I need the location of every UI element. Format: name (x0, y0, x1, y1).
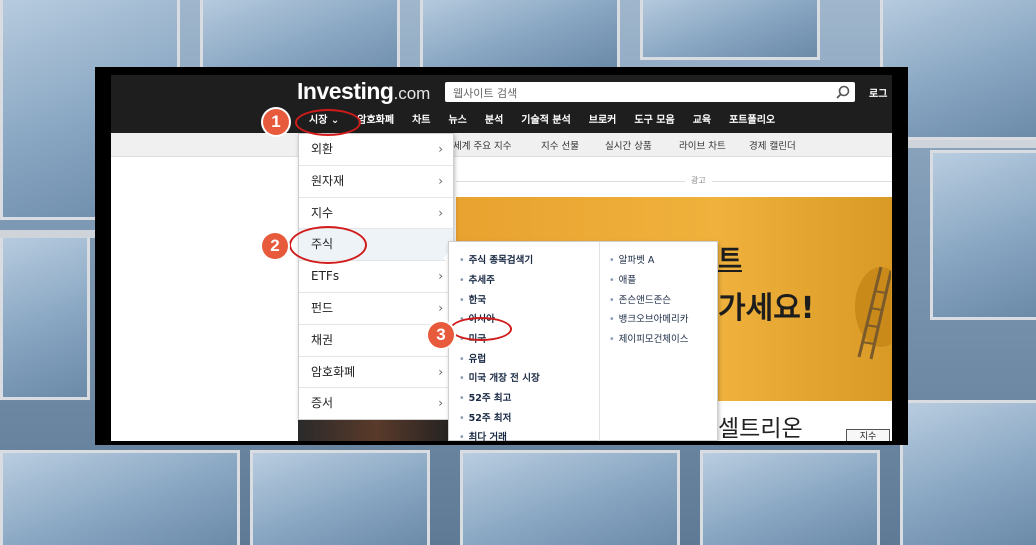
menu-item-certificates[interactable]: 증서 › (299, 388, 453, 420)
menu-item-indices[interactable]: 지수 › (299, 198, 453, 230)
submenu-europe[interactable]: • 유럽 (459, 351, 486, 365)
submenu-us-premarket[interactable]: • 미국 개장 전 시장 (459, 370, 540, 384)
submenu-most-active[interactable]: • 최다 거래 (459, 429, 507, 441)
highlight-ring-markets (295, 109, 361, 136)
index-tab[interactable]: 지수 (846, 429, 890, 441)
ladder-coin-icon (855, 266, 891, 360)
submenu-apple[interactable]: • 애플 (609, 272, 636, 286)
search-input[interactable]: 웹사이트 검색 (445, 82, 855, 102)
submenu-trending-stocks[interactable]: • 추세주 (459, 272, 495, 286)
highlight-ring-usa (450, 317, 512, 341)
submenu-divider (599, 242, 600, 441)
logo-suffix: .com (393, 84, 431, 103)
menu-item-etfs[interactable]: ETFs › (299, 261, 453, 293)
nav-news[interactable]: 뉴스 (439, 110, 475, 132)
chevron-right-icon: › (438, 142, 443, 156)
site-logo[interactable]: Investing.com (297, 78, 430, 105)
submenu-bofa[interactable]: • 뱅크오브아메리카 (609, 311, 689, 325)
ad-divider (456, 181, 892, 182)
highlight-ring-stocks (289, 226, 367, 264)
banner-text-2: 가세요! (718, 291, 815, 326)
search-icon[interactable] (835, 84, 851, 100)
menu-item-label: ETFs (311, 269, 340, 284)
submenu-korea[interactable]: • 한국 (459, 292, 486, 306)
submenu-52w-low[interactable]: • 52주 최저 (459, 410, 511, 424)
menu-item-label: 펀드 (311, 300, 334, 315)
subnav-world-indices[interactable]: 세계 주요 지수 (453, 138, 511, 152)
menu-item-commodities[interactable]: 원자재 › (299, 166, 453, 198)
menu-item-label: 원자재 (311, 173, 345, 188)
menu-item-label: 암호화폐 (311, 364, 356, 379)
nav-analysis[interactable]: 분석 (476, 110, 512, 132)
nav-technical[interactable]: 기술적 분석 (512, 110, 579, 132)
subnav-live-charts[interactable]: 라이브 차트 (679, 138, 726, 152)
submenu-jpmorgan[interactable]: • 제이피모건체이스 (609, 331, 689, 345)
menu-item-forex[interactable]: 외환 › (299, 134, 453, 166)
chevron-right-icon: › (438, 300, 443, 315)
menu-item-label: 증서 (311, 396, 334, 411)
step-badge-2: 2 (262, 233, 288, 259)
logo-text: Investing (297, 78, 394, 104)
menu-item-label: 채권 (311, 332, 334, 347)
nav-charts[interactable]: 차트 (403, 110, 439, 132)
screenshot-frame: Investing.com 웹사이트 검색 로그 시장 ⌄ 암호화폐 차트 뉴스… (95, 67, 908, 445)
nav-education[interactable]: 교육 (684, 110, 720, 132)
menu-item-label: 외환 (311, 142, 334, 156)
chevron-right-icon: › (438, 173, 443, 188)
chevron-right-icon: › (438, 269, 443, 284)
search-placeholder: 웹사이트 검색 (453, 87, 518, 100)
sub-nav: 세계 주요 지수 지수 선물 실시간 상품 라이브 차트 경제 캘린더 (111, 133, 892, 157)
banner-text-1: 트 (718, 245, 742, 275)
submenu-jnj[interactable]: • 존슨앤드존슨 (609, 292, 671, 306)
menu-item-funds[interactable]: 펀드 › (299, 293, 453, 325)
submenu-stock-screener[interactable]: • 주식 종목검색기 (459, 252, 533, 266)
nav-portfolio[interactable]: 포트폴리오 (720, 110, 784, 132)
step-badge-3: 3 (428, 322, 454, 348)
submenu-52w-high[interactable]: • 52주 최고 (459, 390, 511, 404)
step-badge-1: 1 (263, 109, 289, 135)
stocks-submenu: • 주식 종목검색기 • 추세주 • 한국 • 아시아 • 미국 • 유럽 • 미국 개장 전… (448, 241, 718, 441)
ad-label: 광고 (685, 175, 712, 186)
nav-brokers[interactable]: 브로커 (580, 110, 626, 132)
headline-text[interactable]: 셀트리온 (718, 409, 803, 441)
dropdown-background-image (298, 420, 454, 441)
menu-item-crypto[interactable]: 암호화폐 › (299, 357, 453, 389)
browser-viewport: Investing.com 웹사이트 검색 로그 시장 ⌄ 암호화폐 차트 뉴스… (111, 75, 892, 441)
markets-dropdown: 외환› 원자재› 지수› 주식 ETFs› 펀드› 채권› 암호화폐› 증서› (298, 133, 454, 420)
menu-item-label: 지수 (311, 205, 334, 220)
subnav-live-commodities[interactable]: 실시간 상품 (605, 138, 652, 152)
chevron-right-icon: › (438, 396, 443, 411)
main-nav: 시장 ⌄ 암호화폐 차트 뉴스 분석 기술적 분석 브로커 도구 모음 교육 포… (301, 110, 784, 132)
login-link[interactable]: 로그 (869, 85, 887, 100)
site-header: Investing.com 웹사이트 검색 로그 시장 ⌄ 암호화폐 차트 뉴스… (111, 75, 892, 133)
nav-tools[interactable]: 도구 모음 (625, 110, 683, 132)
chevron-right-icon: › (438, 205, 443, 220)
subnav-index-futures[interactable]: 지수 선물 (541, 138, 579, 152)
subnav-economic-calendar[interactable]: 경제 캘린더 (749, 138, 796, 152)
submenu-alphabet[interactable]: • 알파벳 A (609, 252, 654, 266)
chevron-right-icon: › (438, 364, 443, 379)
